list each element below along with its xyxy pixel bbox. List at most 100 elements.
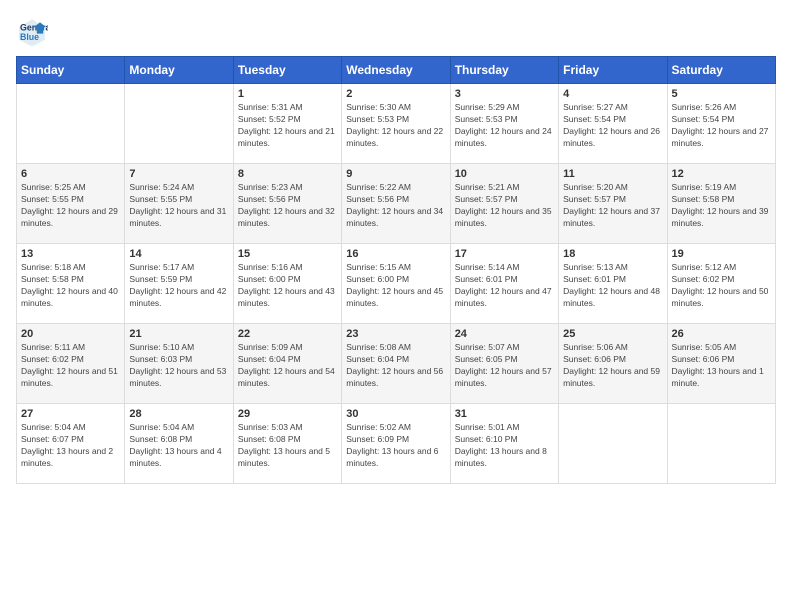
day-number: 10 [455,168,554,180]
day-number: 18 [563,248,662,260]
day-number: 22 [238,328,337,340]
calendar-cell [125,84,233,164]
svg-text:Blue: Blue [20,32,39,42]
day-info: Sunrise: 5:12 AM Sunset: 6:02 PM Dayligh… [672,262,771,310]
day-info: Sunrise: 5:15 AM Sunset: 6:00 PM Dayligh… [346,262,445,310]
calendar-cell: 30 Sunrise: 5:02 AM Sunset: 6:09 PM Dayli… [342,404,450,484]
day-info: Sunrise: 5:18 AM Sunset: 5:58 PM Dayligh… [21,262,120,310]
calendar-cell: 6 Sunrise: 5:25 AM Sunset: 5:55 PM Daylig… [17,164,125,244]
day-info: Sunrise: 5:30 AM Sunset: 5:53 PM Dayligh… [346,102,445,150]
day-info: Sunrise: 5:09 AM Sunset: 6:04 PM Dayligh… [238,342,337,390]
day-info: Sunrise: 5:08 AM Sunset: 6:04 PM Dayligh… [346,342,445,390]
day-info: Sunrise: 5:25 AM Sunset: 5:55 PM Dayligh… [21,182,120,230]
calendar-cell [17,84,125,164]
day-number: 29 [238,408,337,420]
calendar-cell: 13Sunrise: 5:18 AM Sunset: 5:58 PM Dayli… [17,244,125,324]
day-info: Sunrise: 5:04 AM Sunset: 6:08 PM Dayligh… [129,422,228,470]
calendar-cell: 22 Sunrise: 5:09 AM Sunset: 6:04 PM Dayli… [233,324,341,404]
day-info: Sunrise: 5:19 AM Sunset: 5:58 PM Dayligh… [672,182,771,230]
calendar-cell: 27 Sunrise: 5:04 AM Sunset: 6:07 PM Dayli… [17,404,125,484]
calendar-header-row: SundayMondayTuesdayWednesdayThursdayFrid… [17,57,776,84]
calendar-week-row: 20 Sunrise: 5:11 AM Sunset: 6:02 PM Dayli… [17,324,776,404]
logo-icon: General Blue [16,16,48,48]
calendar-cell: 12 Sunrise: 5:19 AM Sunset: 5:58 PM Dayli… [667,164,775,244]
day-info: Sunrise: 5:05 AM Sunset: 6:06 PM Dayligh… [672,342,771,390]
day-number: 17 [455,248,554,260]
day-info: Sunrise: 5:03 AM Sunset: 6:08 PM Dayligh… [238,422,337,470]
day-info: Sunrise: 5:20 AM Sunset: 5:57 PM Dayligh… [563,182,662,230]
calendar-cell: 11 Sunrise: 5:20 AM Sunset: 5:57 PM Dayli… [559,164,667,244]
calendar-cell: 14 Sunrise: 5:17 AM Sunset: 5:59 PM Dayli… [125,244,233,324]
day-number: 4 [563,88,662,100]
calendar-week-row: 13Sunrise: 5:18 AM Sunset: 5:58 PM Dayli… [17,244,776,324]
calendar-cell [667,404,775,484]
weekday-header: Tuesday [233,57,341,84]
day-number: 7 [129,168,228,180]
calendar-cell: 5 Sunrise: 5:26 AM Sunset: 5:54 PM Daylig… [667,84,775,164]
calendar-cell: 28 Sunrise: 5:04 AM Sunset: 6:08 PM Dayli… [125,404,233,484]
day-number: 8 [238,168,337,180]
calendar-cell: 17 Sunrise: 5:14 AM Sunset: 6:01 PM Dayli… [450,244,558,324]
day-info: Sunrise: 5:14 AM Sunset: 6:01 PM Dayligh… [455,262,554,310]
calendar-cell: 19 Sunrise: 5:12 AM Sunset: 6:02 PM Dayli… [667,244,775,324]
day-info: Sunrise: 5:23 AM Sunset: 5:56 PM Dayligh… [238,182,337,230]
calendar-cell: 23 Sunrise: 5:08 AM Sunset: 6:04 PM Dayli… [342,324,450,404]
day-number: 31 [455,408,554,420]
day-info: Sunrise: 5:10 AM Sunset: 6:03 PM Dayligh… [129,342,228,390]
day-number: 20 [21,328,120,340]
day-number: 26 [672,328,771,340]
calendar-cell: 7 Sunrise: 5:24 AM Sunset: 5:55 PM Daylig… [125,164,233,244]
day-number: 28 [129,408,228,420]
calendar-week-row: 6 Sunrise: 5:25 AM Sunset: 5:55 PM Daylig… [17,164,776,244]
day-info: Sunrise: 5:26 AM Sunset: 5:54 PM Dayligh… [672,102,771,150]
day-number: 15 [238,248,337,260]
day-info: Sunrise: 5:31 AM Sunset: 5:52 PM Dayligh… [238,102,337,150]
header: General Blue [16,16,776,48]
day-number: 2 [346,88,445,100]
day-number: 5 [672,88,771,100]
day-number: 21 [129,328,228,340]
calendar-cell: 16Sunrise: 5:15 AM Sunset: 6:00 PM Dayli… [342,244,450,324]
calendar-cell: 8 Sunrise: 5:23 AM Sunset: 5:56 PM Daylig… [233,164,341,244]
day-number: 30 [346,408,445,420]
day-number: 25 [563,328,662,340]
weekday-header: Sunday [17,57,125,84]
calendar-cell: 31 Sunrise: 5:01 AM Sunset: 6:10 PM Dayli… [450,404,558,484]
day-info: Sunrise: 5:24 AM Sunset: 5:55 PM Dayligh… [129,182,228,230]
day-number: 23 [346,328,445,340]
weekday-header: Saturday [667,57,775,84]
calendar-week-row: 27 Sunrise: 5:04 AM Sunset: 6:07 PM Dayli… [17,404,776,484]
day-info: Sunrise: 5:11 AM Sunset: 6:02 PM Dayligh… [21,342,120,390]
calendar: SundayMondayTuesdayWednesdayThursdayFrid… [16,56,776,484]
calendar-cell: 26 Sunrise: 5:05 AM Sunset: 6:06 PM Dayli… [667,324,775,404]
day-number: 14 [129,248,228,260]
calendar-body: 1 Sunrise: 5:31 AM Sunset: 5:52 PM Daylig… [17,84,776,484]
day-info: Sunrise: 5:13 AM Sunset: 6:01 PM Dayligh… [563,262,662,310]
day-info: Sunrise: 5:01 AM Sunset: 6:10 PM Dayligh… [455,422,554,470]
day-info: Sunrise: 5:02 AM Sunset: 6:09 PM Dayligh… [346,422,445,470]
calendar-cell: 2 Sunrise: 5:30 AM Sunset: 5:53 PM Daylig… [342,84,450,164]
day-info: Sunrise: 5:17 AM Sunset: 5:59 PM Dayligh… [129,262,228,310]
day-number: 11 [563,168,662,180]
day-info: Sunrise: 5:06 AM Sunset: 6:06 PM Dayligh… [563,342,662,390]
svg-text:General: General [20,22,48,32]
day-number: 19 [672,248,771,260]
calendar-cell: 25 Sunrise: 5:06 AM Sunset: 6:06 PM Dayli… [559,324,667,404]
calendar-cell: 15Sunrise: 5:16 AM Sunset: 6:00 PM Dayli… [233,244,341,324]
day-number: 1 [238,88,337,100]
day-number: 24 [455,328,554,340]
logo: General Blue [16,16,52,48]
day-number: 6 [21,168,120,180]
day-info: Sunrise: 5:22 AM Sunset: 5:56 PM Dayligh… [346,182,445,230]
day-number: 27 [21,408,120,420]
calendar-cell: 29 Sunrise: 5:03 AM Sunset: 6:08 PM Dayli… [233,404,341,484]
calendar-cell: 4Sunrise: 5:27 AM Sunset: 5:54 PM Daylig… [559,84,667,164]
calendar-cell: 10Sunrise: 5:21 AM Sunset: 5:57 PM Dayli… [450,164,558,244]
day-info: Sunrise: 5:07 AM Sunset: 6:05 PM Dayligh… [455,342,554,390]
calendar-cell: 20 Sunrise: 5:11 AM Sunset: 6:02 PM Dayli… [17,324,125,404]
day-number: 12 [672,168,771,180]
calendar-cell: 1 Sunrise: 5:31 AM Sunset: 5:52 PM Daylig… [233,84,341,164]
calendar-cell [559,404,667,484]
day-info: Sunrise: 5:04 AM Sunset: 6:07 PM Dayligh… [21,422,120,470]
weekday-header: Wednesday [342,57,450,84]
